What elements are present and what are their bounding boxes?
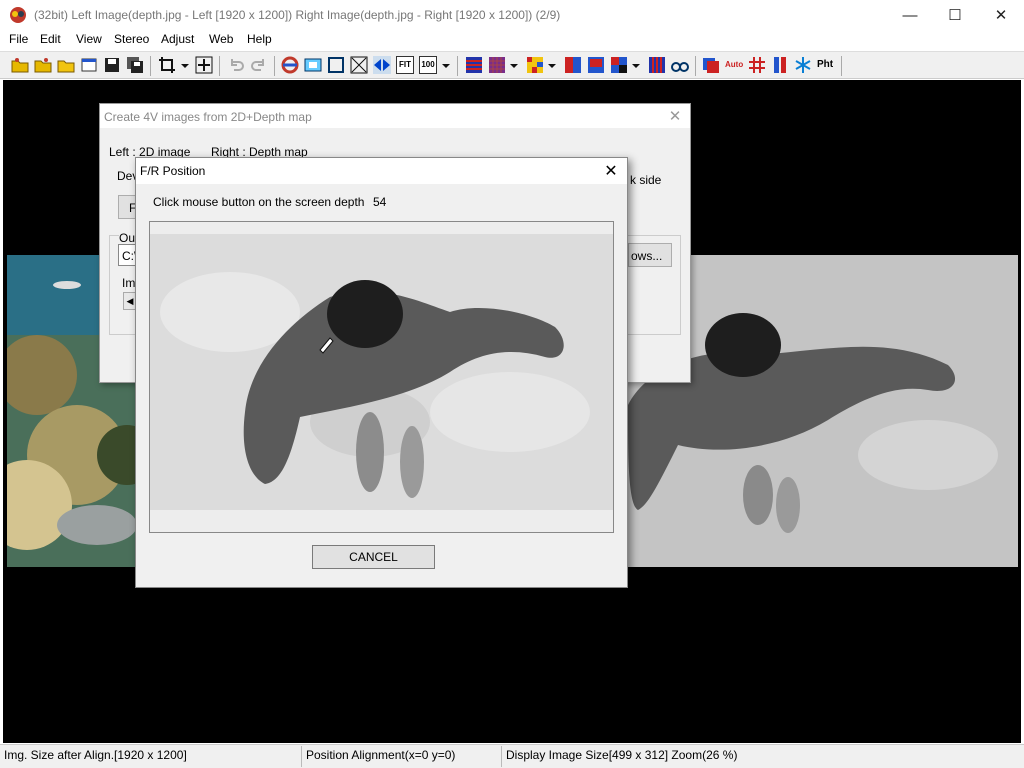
cancel-button[interactable]: CANCEL <box>312 545 435 569</box>
app-icon <box>10 7 26 23</box>
open-folder-alt-icon[interactable] <box>57 56 75 74</box>
anaglyph-icon[interactable] <box>702 56 720 74</box>
snowflake-icon[interactable] <box>794 56 812 74</box>
quad-dropdown-icon[interactable] <box>631 56 641 74</box>
maximize-button[interactable]: ☐ <box>932 0 978 30</box>
create-4v-title-bar: Create 4V images from 2D+Depth map ✕ <box>100 104 690 128</box>
status-display-size: Display Image Size[499 x 312] Zoom(26 %) <box>506 748 738 762</box>
menu-bar: File Edit View Stereo Adjust Web Help <box>0 30 1024 50</box>
glasses-icon[interactable] <box>671 56 689 74</box>
status-bar: Img. Size after Align.[1920 x 1200] Posi… <box>0 744 1024 768</box>
checker-icon[interactable] <box>488 56 506 74</box>
fr-title: F/R Position <box>140 164 206 178</box>
minimize-button[interactable]: — <box>887 0 933 30</box>
undo-icon[interactable] <box>227 56 245 74</box>
menu-edit[interactable]: Edit <box>40 32 61 46</box>
depth-preview-canvas[interactable] <box>149 221 614 533</box>
grid-icon[interactable] <box>748 56 766 74</box>
crop-dropdown-icon[interactable] <box>180 56 190 74</box>
over-under-icon[interactable] <box>587 56 605 74</box>
open-pair-icon[interactable] <box>34 56 52 74</box>
columns-icon[interactable] <box>648 56 666 74</box>
fr-position-dialog: F/R Position ✕ Click mouse button on the… <box>135 157 628 588</box>
menu-help[interactable]: Help <box>247 32 272 46</box>
fr-title-bar: F/R Position ✕ <box>136 158 627 184</box>
menu-web[interactable]: Web <box>209 32 233 46</box>
menu-adjust[interactable]: Adjust <box>161 32 194 46</box>
save-all-icon[interactable] <box>126 56 144 74</box>
depth-value: 54 <box>373 195 387 209</box>
zoom-100-icon[interactable]: 100 <box>419 56 437 74</box>
move-icon[interactable] <box>195 56 213 74</box>
save-icon[interactable] <box>103 56 121 74</box>
flip-icon[interactable] <box>373 56 391 74</box>
pht-icon[interactable]: Pht <box>817 56 835 74</box>
mode-dropdown-icon[interactable] <box>509 56 519 74</box>
browse-button[interactable]: ows... <box>628 243 672 267</box>
status-image-size: Img. Size after Align.[1920 x 1200] <box>0 746 302 767</box>
menu-file[interactable]: File <box>9 32 28 46</box>
title-bar: (32bit) Left Image(depth.jpg - Left [192… <box>0 0 1024 30</box>
close-button[interactable]: ✕ <box>978 0 1024 30</box>
auto-align-icon[interactable]: Auto <box>725 56 743 74</box>
parallel-icon[interactable] <box>771 56 789 74</box>
menu-view[interactable]: View <box>76 32 102 46</box>
window-title: (32bit) Left Image(depth.jpg - Left [192… <box>34 8 561 22</box>
side-by-side-icon[interactable] <box>564 56 582 74</box>
swap-icon[interactable] <box>281 56 299 74</box>
side-label: k side <box>630 173 662 187</box>
window-fit-icon[interactable] <box>304 56 322 74</box>
interlace-icon[interactable] <box>465 56 483 74</box>
toolbar: FIT 100 Auto Pht <box>0 51 1024 79</box>
quad-icon[interactable] <box>610 56 628 74</box>
menu-stereo[interactable]: Stereo <box>114 32 149 46</box>
open-folder-icon[interactable] <box>11 56 29 74</box>
create-4v-close-button[interactable]: ✕ <box>666 107 684 125</box>
crop-icon[interactable] <box>158 56 176 74</box>
redo-icon[interactable] <box>250 56 268 74</box>
new-window-icon[interactable] <box>80 56 98 74</box>
fit-icon[interactable]: FIT <box>396 56 414 74</box>
expand-icon[interactable] <box>350 56 368 74</box>
frame-icon[interactable] <box>327 56 345 74</box>
mosaic-dropdown-icon[interactable] <box>547 56 557 74</box>
mosaic-icon[interactable] <box>526 56 544 74</box>
zoom-dropdown-icon[interactable] <box>441 56 451 74</box>
fr-close-button[interactable]: ✕ <box>601 161 621 181</box>
status-position: Position Alignment(x=0 y=0) <box>302 746 502 767</box>
instruction-text: Click mouse button on the screen depth <box>153 195 365 209</box>
create-4v-title: Create 4V images from 2D+Depth map <box>104 110 312 124</box>
